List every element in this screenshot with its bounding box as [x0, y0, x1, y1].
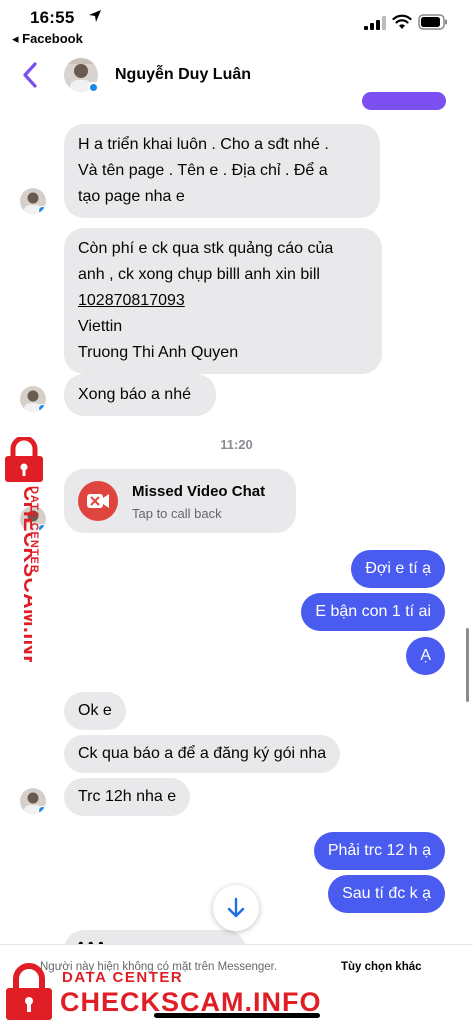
message-text: Xong báo a nhé: [78, 386, 191, 403]
watermark-lock-icon: [6, 963, 52, 1020]
account-holder: Truong Thi Anh Quyen: [78, 344, 239, 361]
status-time: 16:55: [30, 8, 75, 27]
message-line: Còn phí e ck qua stk quảng cáo của: [78, 240, 334, 257]
incoming-message[interactable]: Xong báo a nhé: [64, 374, 216, 416]
status-bar: 16:55 ◂ Facebook: [0, 0, 473, 48]
location-arrow-icon: [89, 10, 101, 22]
message-text: Trc 12h nha e: [78, 788, 177, 805]
sender-avatar[interactable]: [20, 788, 46, 814]
missed-video-chat-card[interactable]: Missed Video Chat Tap to call back: [64, 469, 296, 533]
message-text: Ok e: [78, 702, 112, 719]
wifi-icon: [392, 14, 412, 29]
message-line: Và tên page . Tên e . Địa chỉ . Để a: [78, 162, 328, 179]
incoming-message[interactable]: Trc 12h nha e: [64, 778, 191, 816]
sender-avatar[interactable]: [20, 386, 46, 412]
message-line: tạo page nha e: [78, 188, 185, 205]
watermark-lock-icon: [5, 437, 43, 482]
incoming-message[interactable]: Ok e: [64, 692, 126, 730]
previous-outgoing-bubble: [362, 92, 446, 110]
outgoing-message[interactable]: Đợi e tí ạ: [351, 550, 445, 588]
arrow-down-icon: [227, 897, 245, 918]
message-line: H a triển khai luôn . Cho a sđt nhé .: [78, 136, 329, 153]
contact-name[interactable]: Nguyễn Duy Luân: [115, 66, 251, 84]
outgoing-message[interactable]: Phải trc 12 h ạ: [313, 832, 445, 870]
missed-video-icon: [78, 481, 118, 521]
outgoing-message[interactable]: Ạ: [406, 637, 445, 675]
more-options-link[interactable]: Tùy chọn khác: [341, 961, 422, 973]
missed-call-subtitle: Tap to call back: [132, 506, 222, 521]
message-timestamp: 11:20: [220, 437, 253, 452]
cellular-signal-icon: [364, 16, 386, 30]
scroll-to-bottom-button[interactable]: [213, 885, 259, 931]
bank-name: Viettin: [78, 318, 123, 335]
message-line: anh , ck xong chụp billl anh xin bill: [78, 266, 320, 283]
battery-icon: [418, 14, 447, 30]
message-text: Ạ: [420, 647, 431, 664]
incoming-message[interactable]: H a triển khai luôn . Cho a sđt nhé . Và…: [64, 124, 380, 218]
back-to-facebook-link[interactable]: ◂ Facebook: [12, 31, 83, 47]
contact-status-badge: [88, 82, 99, 93]
message-text: Đợi e tí ạ: [365, 560, 431, 577]
watermark-main-text: CHECKSCAM.INFO: [60, 987, 322, 1017]
outgoing-message[interactable]: Sau tí đc k ạ: [328, 875, 445, 913]
scrollbar[interactable]: [466, 628, 469, 702]
message-text: Ck qua báo a để a đăng ký gói nha: [78, 745, 327, 762]
incoming-message[interactable]: Ck qua báo a để a đăng ký gói nha: [64, 735, 341, 773]
watermark-sub-text: DATA CENTER: [62, 969, 184, 986]
outgoing-message[interactable]: E bận con 1 tí ai: [301, 593, 445, 631]
watermark-vertical-subtext: DATA CENTER: [28, 486, 40, 574]
account-number-link[interactable]: 102870817093: [78, 288, 368, 314]
incoming-message[interactable]: Còn phí e ck qua stk quảng cáo của anh ,…: [64, 228, 382, 374]
missed-call-title: Missed Video Chat: [132, 483, 266, 500]
sender-avatar[interactable]: [20, 188, 46, 214]
back-chevron-icon[interactable]: [20, 60, 42, 90]
message-text: E bận con 1 tí ai: [315, 603, 431, 620]
message-text: Sau tí đc k ạ: [342, 885, 431, 902]
message-text: Phải trc 12 h ạ: [327, 842, 431, 859]
watermark-sub-text: DATA CENTER: [28, 486, 40, 574]
message-list[interactable]: H a triển khai luôn . Cho a sđt nhé . Và…: [0, 92, 473, 954]
